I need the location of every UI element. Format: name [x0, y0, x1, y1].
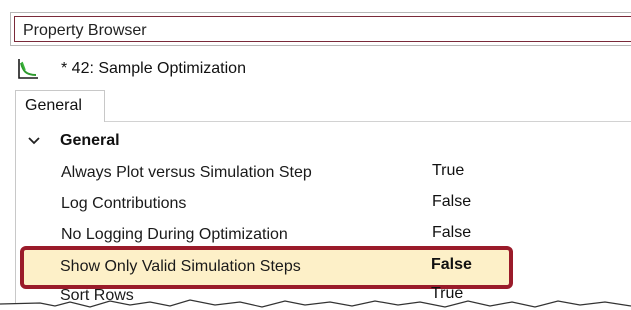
property-value[interactable]: False — [431, 256, 472, 274]
property-row-log-contributions[interactable]: Log Contributions False — [16, 189, 616, 219]
property-value[interactable]: True — [432, 162, 464, 180]
property-value[interactable]: False — [432, 193, 471, 211]
tab-general[interactable]: General — [15, 90, 105, 122]
panel-title: Property Browser — [23, 22, 147, 39]
tab-general-label: General — [25, 97, 82, 114]
property-row-always-plot[interactable]: Always Plot versus Simulation Step True — [16, 158, 616, 188]
property-value[interactable]: False — [432, 224, 471, 242]
property-name: No Logging During Optimization — [61, 226, 288, 243]
optimization-chart-icon — [18, 59, 38, 79]
chevron-down-icon[interactable] — [27, 134, 41, 148]
property-name: Always Plot versus Simulation Step — [61, 164, 312, 181]
property-browser-titlebar: Property Browser — [10, 12, 631, 46]
object-label: * 42: Sample Optimization — [61, 60, 246, 77]
group-label: General — [60, 132, 120, 149]
titlebar-frame: Property Browser — [14, 16, 631, 42]
torn-edge — [0, 299, 631, 310]
property-name: Show Only Valid Simulation Steps — [60, 258, 301, 275]
property-name: Log Contributions — [61, 195, 187, 212]
selected-object[interactable]: * 42: Sample Optimization — [14, 56, 614, 82]
property-row-show-only-valid[interactable]: Show Only Valid Simulation Steps False — [15, 252, 505, 282]
group-header-general[interactable]: General — [16, 130, 616, 154]
